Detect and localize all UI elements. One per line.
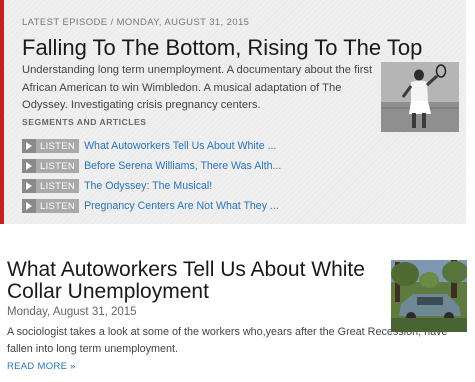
play-icon — [22, 159, 36, 173]
listen-label: LISTEN — [40, 140, 76, 152]
segment-link[interactable]: The Odyssey: The Musical! — [84, 180, 212, 192]
tennis-player-image — [381, 62, 459, 132]
episode-eyebrow: LATEST EPISODE / MONDAY, AUGUST 31, 2015 — [22, 17, 250, 28]
listen-button[interactable]: LISTEN — [22, 179, 80, 193]
listen-label: LISTEN — [40, 200, 76, 212]
listen-label: LISTEN — [40, 160, 76, 172]
story-photo[interactable] — [391, 260, 467, 332]
segment-link[interactable]: Pregnancy Centers Are Not What They ... — [84, 200, 279, 212]
segment-item: LISTEN What Autoworkers Tell Us About Wh… — [22, 136, 462, 156]
listen-label: LISTEN — [40, 180, 76, 192]
segment-item: LISTEN Before Serena Williams, There Was… — [22, 156, 462, 176]
segments-list: LISTEN What Autoworkers Tell Us About Wh… — [22, 136, 462, 216]
play-icon — [22, 199, 36, 213]
story-title[interactable]: What Autoworkers Tell Us About White Col… — [7, 259, 383, 303]
episode-title[interactable]: Falling To The Bottom, Rising To The Top — [22, 34, 462, 62]
listen-button[interactable]: LISTEN — [22, 159, 80, 173]
read-more-link[interactable]: READ MORE » — [7, 361, 76, 372]
story-date: Monday, August 31, 2015 — [7, 306, 137, 318]
listen-button[interactable]: LISTEN — [22, 139, 80, 153]
segments-heading: SEGMENTS AND ARTICLES — [22, 117, 147, 127]
episode-photo[interactable] — [381, 62, 459, 132]
play-icon — [22, 139, 36, 153]
play-icon — [22, 179, 36, 193]
segment-link[interactable]: What Autoworkers Tell Us About White ... — [84, 140, 276, 152]
latest-episode-panel: LATEST EPISODE / MONDAY, AUGUST 31, 2015… — [0, 0, 466, 224]
segment-item: LISTEN The Odyssey: The Musical! — [22, 176, 462, 196]
episode-description: Understanding long term unemployment. A … — [22, 64, 373, 111]
abandoned-car-image — [391, 260, 467, 332]
segment-link[interactable]: Before Serena Williams, There Was Alth..… — [84, 160, 281, 172]
listen-button[interactable]: LISTEN — [22, 199, 80, 213]
segment-item: LISTEN Pregnancy Centers Are Not What Th… — [22, 196, 462, 216]
